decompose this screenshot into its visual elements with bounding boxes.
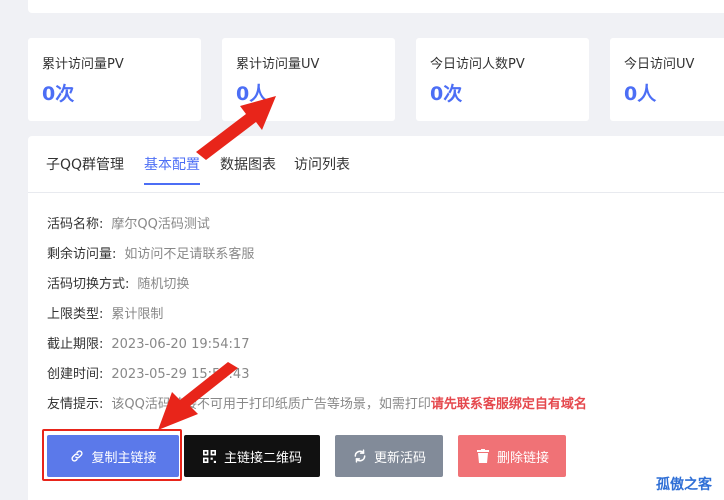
- delete-link-button[interactable]: 删除链接: [458, 435, 566, 477]
- info-label: 活码切换方式:: [47, 277, 130, 292]
- info-row-limit-type: 上限类型: 累计限制: [47, 303, 163, 322]
- info-label: 剩余访问量:: [47, 247, 117, 262]
- info-value: 2023-06-20 19:54:17: [111, 337, 250, 352]
- stat-label: 今日访问人数PV: [430, 57, 525, 72]
- top-header-bar: [28, 0, 724, 13]
- tab-divider: [28, 192, 724, 193]
- stat-value: 0人: [624, 83, 657, 105]
- refresh-icon: [352, 448, 368, 464]
- qrcode-icon: [202, 448, 218, 464]
- button-label: 复制主链接: [91, 450, 157, 466]
- info-label: 上限类型:: [47, 307, 104, 322]
- stat-value: 0次: [42, 83, 75, 105]
- stat-card-today-pv: 今日访问人数PV 0次: [416, 38, 589, 121]
- info-value: 摩尔QQ活码测试: [111, 217, 210, 232]
- annotation-arrow-button: [158, 362, 238, 430]
- button-label: 主链接二维码: [223, 450, 302, 466]
- info-row-remaining: 剩余访问量: 如访问不足请联系客服: [47, 243, 254, 262]
- info-value: 累计限制: [111, 307, 164, 322]
- info-row-tip: 友情提示: 该QQ活码链接不可用于打印纸质广告等场景，如需打印请先联系客服绑定自有…: [47, 393, 587, 412]
- info-row-name: 活码名称: 摩尔QQ活码测试: [47, 213, 210, 232]
- link-icon: [69, 448, 85, 464]
- watermark: 孤傲之客: [656, 477, 712, 493]
- stat-label: 累计访问量PV: [42, 57, 124, 72]
- stat-card-total-pv: 累计访问量PV 0次: [28, 38, 201, 121]
- info-value: 如访问不足请联系客服: [124, 247, 255, 262]
- button-label: 更新活码: [373, 450, 426, 466]
- info-row-deadline: 截止期限: 2023-06-20 19:54:17: [47, 333, 249, 352]
- info-label: 友情提示:: [47, 397, 104, 412]
- stat-card-today-uv: 今日访问UV 0人: [610, 38, 724, 121]
- stat-value: 0次: [430, 83, 463, 105]
- tab-qq-group-management[interactable]: 子QQ群管理: [46, 154, 124, 183]
- copy-main-link-button[interactable]: 复制主链接: [47, 435, 179, 477]
- tab-visit-list[interactable]: 访问列表: [294, 154, 350, 183]
- info-label: 创建时间:: [47, 367, 104, 382]
- stat-label: 累计访问量UV: [236, 57, 320, 72]
- main-link-qrcode-button[interactable]: 主链接二维码: [184, 435, 320, 477]
- info-label: 活码名称:: [47, 217, 104, 232]
- info-value: 随机切换: [137, 277, 190, 292]
- stat-label: 今日访问UV: [624, 57, 695, 72]
- button-label: 删除链接: [496, 450, 549, 466]
- update-qrcode-button[interactable]: 更新活码: [335, 435, 443, 477]
- info-row-switch-mode: 活码切换方式: 随机切换: [47, 273, 189, 292]
- annotation-arrow-tab: [196, 96, 276, 160]
- tip-highlight: 请先联系客服绑定自有域名: [430, 397, 587, 412]
- config-panel: 子QQ群管理 基本配置 数据图表 访问列表 活码名称: 摩尔QQ活码测试 剩余访问…: [28, 136, 724, 500]
- trash-icon: [475, 448, 491, 464]
- info-label: 截止期限:: [47, 337, 104, 352]
